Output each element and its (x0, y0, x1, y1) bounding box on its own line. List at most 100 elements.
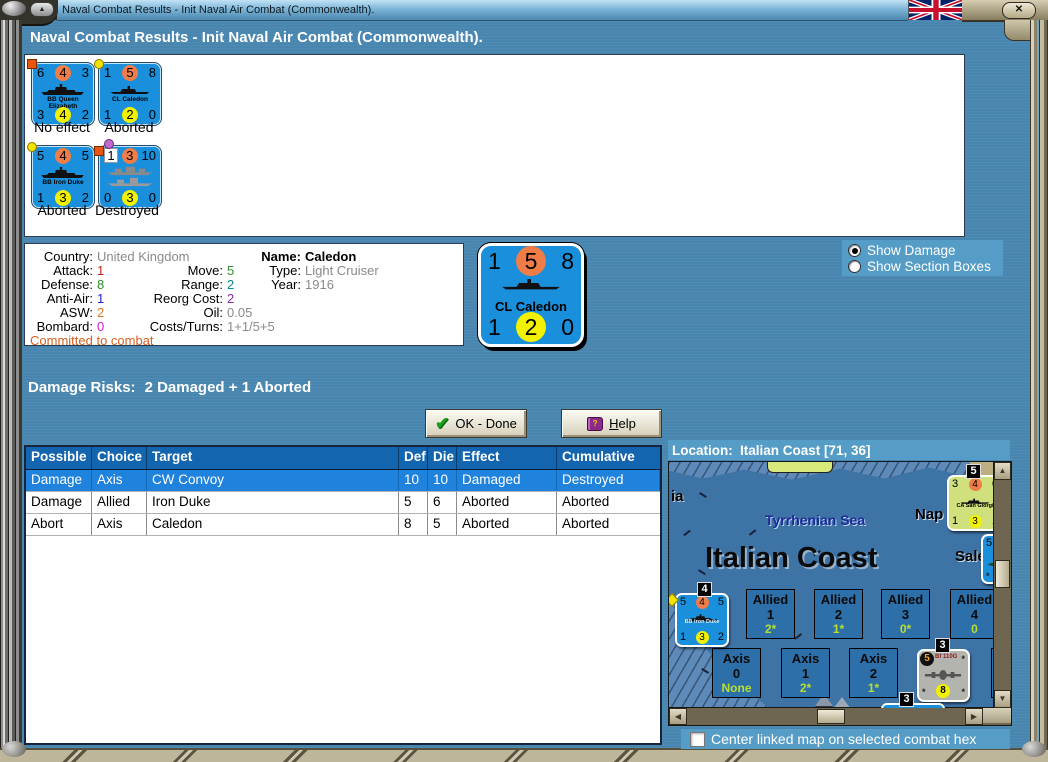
scroll-down-icon[interactable]: ▼ (994, 690, 1011, 708)
oil-value: 0.05 (227, 305, 253, 320)
table-row[interactable]: Damage Allied Iron Duke 5 6 Aborted Aborted (26, 492, 660, 514)
section-box-axis-1[interactable]: Axis 1 2* (781, 648, 830, 698)
location-strip: Location: Italian Coast [71, 36] (668, 440, 1010, 460)
title-bar[interactable]: Naval Combat Results - Init Naval Air Co… (0, 0, 1048, 21)
unit-counter-queen-elizabeth[interactable]: 643 BB QueenElizabeth 342 (32, 63, 94, 125)
aircraft-silhouette-icon (924, 668, 962, 680)
result-label: Aborted (104, 119, 154, 135)
combat-table-panel: Possible Choice Target Def Die Effect Cu… (24, 445, 662, 745)
costs-label: Costs/Turns: (149, 319, 223, 334)
antiair-value: 1 (97, 291, 105, 306)
vscroll-thumb[interactable] (995, 560, 1010, 588)
damage-marker-icon (94, 146, 104, 156)
section-box-axis-0[interactable]: Axis 0 None (712, 648, 761, 698)
map-vscrollbar[interactable]: ▲ ▼ (993, 462, 1011, 708)
attack-value: 1 (97, 263, 105, 278)
map-edge-counter (767, 462, 833, 473)
center-map-checkbox[interactable] (690, 732, 705, 747)
unit-counter-caledon[interactable]: 158 CL Caledon 120 (99, 63, 161, 125)
costs-value: 1+1/5+5 (227, 319, 275, 334)
region-name-label: Italian Coast (705, 542, 878, 574)
corner-knob-right (1022, 741, 1046, 757)
table-row[interactable]: Damage Axis CW Convoy 10 10 Damaged Destroye… (26, 470, 660, 492)
cruiser-silhouette-icon (495, 274, 567, 292)
asw-label: ASW: (60, 305, 93, 320)
scroll-up-icon[interactable]: ▲ (994, 462, 1011, 480)
center-map-checkbox-label[interactable]: Center linked map on selected combat hex (711, 731, 976, 747)
city-naples-label: Nap (915, 506, 944, 523)
move-value: 5 (227, 263, 235, 278)
unit-counter-iron-duke[interactable]: 545 BB Iron Duke 132 (32, 146, 94, 208)
damage-value-box: 1 (104, 148, 118, 163)
hscroll-thumb[interactable] (817, 709, 845, 724)
ok-done-button[interactable]: ✔ OK - Done (425, 409, 527, 438)
reorg-value: 2 (227, 291, 235, 306)
abort-marker-icon (27, 142, 37, 152)
col-possible: Possible (26, 447, 92, 469)
result-label: Destroyed (95, 202, 159, 218)
close-icon[interactable]: ✕ (1002, 2, 1036, 19)
location-label: Location: (672, 443, 733, 458)
radio-show-damage[interactable]: Show Damage (848, 243, 956, 258)
damage-risks-heading: Damage Risks: 2 Damaged + 1 Aborted (28, 379, 312, 396)
attack-rating: 4 (55, 147, 71, 164)
help-button[interactable]: ? Help (561, 409, 662, 438)
name-label: Name: (261, 249, 301, 264)
unit-counter-convoy[interactable]: 1 3 10 030 (99, 146, 161, 208)
radio-show-section-boxes[interactable]: Show Section Boxes (848, 259, 991, 274)
col-die: Die (428, 447, 457, 469)
section-box-allied-3[interactable]: Allied 3 0* (881, 589, 930, 639)
window-sphere-icon (2, 1, 26, 16)
night-fighter-rating: 5 (920, 652, 934, 666)
scroll-left-icon[interactable]: ◀ (669, 708, 687, 725)
damage-marker-icon (27, 59, 37, 69)
section-box-allied-2[interactable]: Allied 2 1* (814, 589, 863, 639)
battleship-silhouette-icon (39, 82, 87, 96)
battleship-silhouette-icon (684, 609, 720, 622)
window-menu-icon[interactable]: ▲ (30, 2, 54, 17)
type-value: Light Cruiser (305, 263, 379, 278)
col-def: Def (399, 447, 428, 469)
stack-size-badge: 3 (899, 692, 914, 707)
col-target: Target (147, 447, 399, 469)
map-counter-bf110[interactable]: 5 Bf 110G 8 * * * (917, 649, 970, 702)
section-box-axis-2[interactable]: Axis 2 1* (849, 648, 898, 698)
attack-rating: 5 (516, 246, 546, 276)
attack-rating: 5 (122, 64, 138, 81)
radio-unselected-icon[interactable] (848, 260, 861, 273)
name-value: Caledon (305, 249, 357, 264)
section-box-allied-4[interactable]: Allied 4 0 (950, 589, 999, 639)
table-row[interactable]: Abort Axis Caledon 8 5 Aborted Aborted (26, 514, 660, 536)
radio-selected-icon[interactable] (848, 244, 861, 257)
map-checkbox-band: Center linked map on selected combat hex (681, 729, 1010, 749)
col-effect: Effect (457, 447, 557, 469)
section-box-allied-1[interactable]: Allied 1 2* (746, 589, 795, 639)
country-label: Country: (43, 249, 93, 264)
map-hscrollbar[interactable]: ◀ ▶ (668, 707, 1012, 726)
antiair-label: Anti-Air: (46, 291, 93, 306)
asw-value: 2 (97, 305, 105, 320)
selected-unit-counter: 158 CL Caledon 120 (478, 243, 584, 347)
attack-label: Attack: (53, 263, 93, 278)
scrollbar-corner (982, 708, 1011, 723)
linked-map[interactable]: ia Tyrrhenian Sea Italian Coast Nap Sale… (668, 461, 1012, 709)
uk-flag-icon (907, 0, 965, 22)
stack-size-badge: 4 (697, 582, 712, 597)
unit-name: Bf 110G (935, 654, 958, 660)
scroll-right-icon[interactable]: ▶ (965, 708, 983, 725)
attack-rating: 3 (121, 147, 138, 164)
unit-name: BB Iron Duke (42, 179, 84, 186)
range-rating: 8 (936, 684, 950, 698)
sea-name-label: Tyrrhenian Sea (765, 512, 866, 528)
move-label: Move: (187, 263, 223, 278)
convoy-silhouette-icon (106, 164, 154, 188)
stack-size-badge: 3 (935, 638, 950, 653)
type-label: Type: (269, 263, 301, 278)
checkmark-icon: ✔ (435, 413, 450, 433)
abort-marker-icon (94, 59, 104, 69)
map-counter-iron-duke[interactable]: 545 BB Iron Duke 132 (675, 593, 729, 647)
cruiser-silhouette-icon (106, 82, 154, 96)
year-label: Year: (271, 277, 301, 292)
map-edge-label: ia (671, 488, 684, 505)
window-border-left (0, 20, 22, 748)
